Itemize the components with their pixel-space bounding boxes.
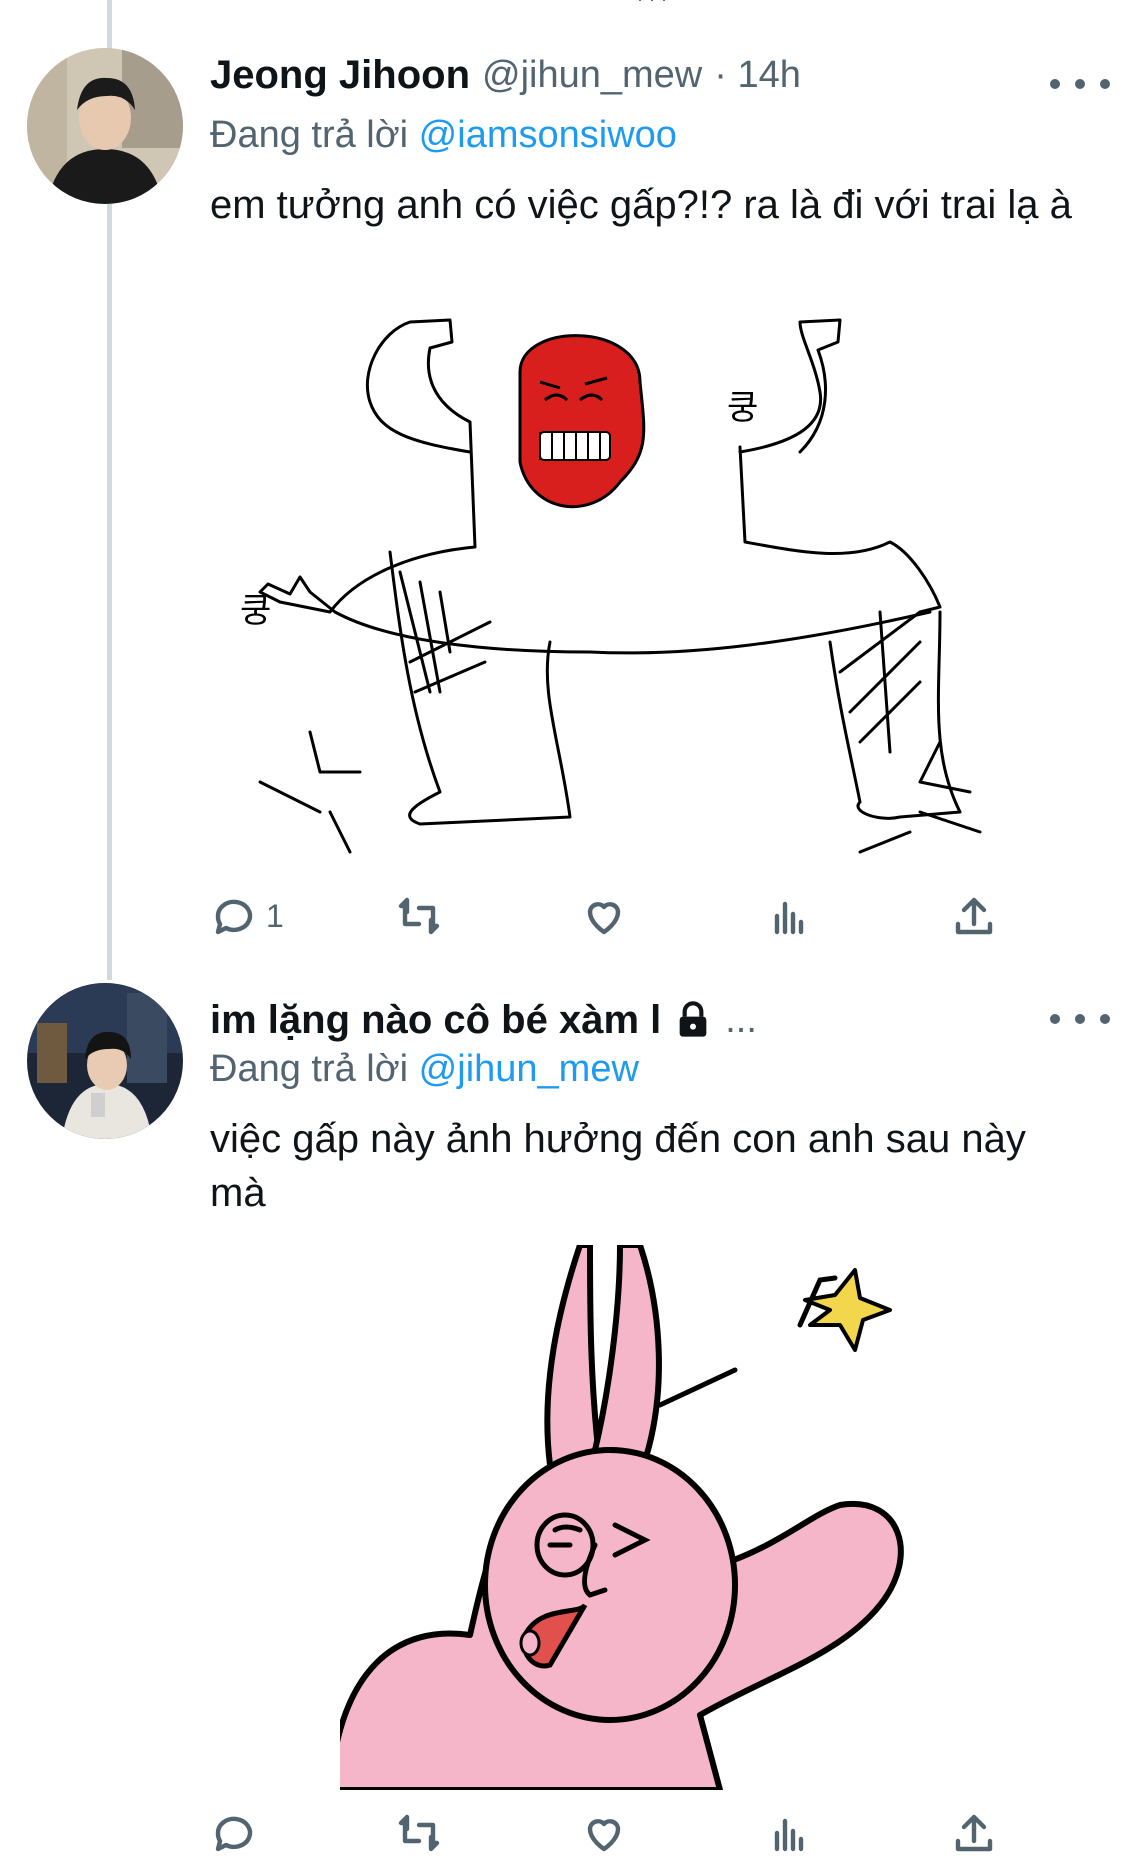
replying-to: Đang trả lời @jihun_mew [210, 1048, 639, 1091]
like-icon [587, 1819, 621, 1852]
sound-effect-text: 쿵 [240, 591, 271, 631]
sound-effect-text: 쿵 [727, 388, 758, 428]
tweet-text: việc gấp này ảnh hưởng đến con anh sau n… [210, 1117, 1026, 1215]
tweet-media-image[interactable] [340, 1245, 980, 1790]
retweet-button[interactable] [395, 1803, 443, 1863]
display-name[interactable]: im lặng nào cô bé xàm l [210, 998, 661, 1043]
reply-mention[interactable]: @iamsonsiwoo [419, 114, 677, 156]
avatar-photo [27, 48, 183, 204]
timestamp[interactable]: · 14h [714, 54, 801, 97]
tweet-actions: 1 [200, 886, 1000, 946]
retweet-button[interactable] [395, 886, 443, 946]
display-name[interactable]: Jeong Jihoon [210, 53, 470, 98]
analytics-icon [774, 901, 804, 935]
analytics-button[interactable] [765, 886, 813, 946]
reply-button[interactable]: 1 [210, 886, 284, 946]
avatar[interactable] [27, 48, 183, 204]
more-icon[interactable] [1050, 1009, 1110, 1029]
doodle-figure-illustration: 쿵 쿵 [240, 318, 982, 854]
reply-count: 1 [266, 897, 284, 934]
like-button[interactable] [580, 886, 628, 946]
lock-icon [679, 1001, 707, 1037]
pink-rabbit-illustration [340, 1245, 904, 1790]
tweet-text: em tưởng anh có việc gấp?!? ra là đi với… [210, 183, 1072, 227]
analytics-button[interactable] [765, 1803, 813, 1863]
name-truncation: ... [725, 998, 757, 1041]
previous-tweet-actions-partial [200, 0, 1000, 6]
avatar[interactable] [27, 983, 183, 1139]
replying-to: Đang trả lời @iamsonsiwoo [210, 114, 677, 157]
like-icon [587, 902, 621, 935]
tweet-media-image[interactable]: 쿵 쿵 [240, 312, 1000, 868]
handle[interactable]: @jihun_mew [482, 54, 702, 97]
retweet-icon [398, 897, 440, 935]
more-icon[interactable] [1050, 74, 1110, 94]
reply-mention[interactable]: @jihun_mew [419, 1048, 639, 1090]
share-icon [955, 1814, 993, 1852]
reply-prefix: Đang trả lời [210, 114, 409, 156]
avatar-photo [27, 983, 183, 1139]
reply-prefix: Đang trả lời [210, 1048, 409, 1090]
share-button[interactable] [950, 886, 998, 946]
reply-button[interactable] [210, 1803, 258, 1863]
retweet-icon [398, 1814, 440, 1852]
like-button[interactable] [580, 1803, 628, 1863]
share-icon [955, 897, 993, 935]
reply-icon [215, 1816, 253, 1852]
share-button[interactable] [950, 1803, 998, 1863]
tweet-actions [200, 1803, 1000, 1863]
reply-icon [215, 899, 253, 935]
analytics-icon [774, 1818, 804, 1852]
